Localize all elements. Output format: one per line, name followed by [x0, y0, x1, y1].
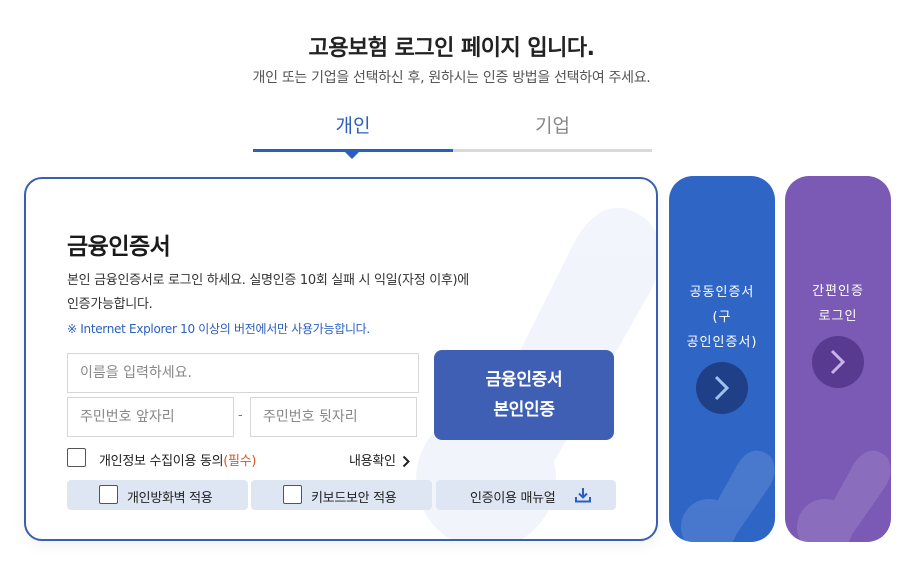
simple-auth-label-line: 간편인증	[812, 284, 864, 299]
keyboard-security-option[interactable]: 키보드보안 적용	[251, 480, 432, 510]
auth-manual-button[interactable]: 인증이용 매뉴얼	[436, 480, 616, 510]
consent-view-label: 내용확인	[349, 454, 396, 469]
auth-manual-label: 인증이용 매뉴얼	[470, 491, 556, 506]
simple-auth-card[interactable]: 간편인증 로그인	[785, 176, 891, 542]
simple-auth-go-button[interactable]	[812, 336, 864, 388]
card-description-line: 인증가능합니다.	[67, 297, 153, 312]
tab-personal[interactable]: 개인	[253, 110, 453, 152]
chevron-right-icon	[714, 375, 730, 401]
rrn-separator: -	[238, 408, 243, 423]
rrn-back-input[interactable]	[250, 397, 417, 437]
tab-company[interactable]: 기업	[453, 110, 652, 152]
page-subtitle: 개인 또는 기업을 선택하신 후, 원하시는 인증 방법을 선택하여 주세요.	[252, 70, 651, 86]
keyboard-security-label: 키보드보안 적용	[311, 491, 397, 506]
download-icon	[575, 488, 591, 503]
required-mark: (필수)	[223, 454, 257, 469]
financial-cert-auth-button[interactable]: 금융인증서 본인인증	[434, 350, 614, 440]
joint-cert-go-button[interactable]	[696, 362, 748, 414]
card-description-line: 본인 금융인증서로 로그인 하세요. 실명인증 10회 실패 시 익일(자정 이…	[67, 273, 469, 288]
chevron-right-icon	[830, 349, 846, 375]
privacy-consent-label: 개인정보 수집이용 동의(필수)	[99, 450, 256, 469]
card-title: 금융인증서	[67, 234, 171, 260]
joint-cert-label: 공동인증서 (구 공인인증서)	[669, 280, 775, 355]
privacy-consent-text: 개인정보 수집이용 동의	[99, 454, 224, 469]
card-description: 본인 금융인증서로 로그인 하세요. 실명인증 10회 실패 시 익일(자정 이…	[67, 269, 567, 317]
firewall-checkbox[interactable]	[99, 485, 118, 504]
firewall-label: 개인방화벽 적용	[127, 491, 213, 506]
card-background-decoration	[681, 450, 775, 542]
joint-cert-label-line: 공동인증서	[689, 285, 755, 300]
privacy-consent-row: 개인정보 수집이용 동의(필수) 내용확인	[67, 447, 419, 469]
joint-cert-label-line: 공인인증서)	[686, 335, 758, 350]
firewall-option[interactable]: 개인방화벽 적용	[67, 480, 248, 510]
page-title: 고용보험 로그인 페이지 입니다.	[308, 36, 595, 61]
chevron-right-icon	[402, 455, 410, 468]
simple-auth-label-line: 로그인	[818, 309, 858, 324]
consent-view-link[interactable]: 내용확인	[349, 450, 410, 469]
card-background-decoration	[797, 450, 891, 542]
keyboard-security-checkbox[interactable]	[283, 485, 302, 504]
financial-cert-card: 금융인증서 본인 금융인증서로 로그인 하세요. 실명인증 10회 실패 시 익…	[24, 177, 658, 541]
joint-cert-label-line: (구	[712, 310, 732, 325]
active-tab-indicator	[345, 152, 359, 159]
joint-cert-card[interactable]: 공동인증서 (구 공인인증서)	[669, 176, 775, 542]
simple-auth-label: 간편인증 로그인	[785, 279, 891, 329]
name-input[interactable]	[67, 353, 419, 393]
login-type-tabs: 개인 기업	[253, 110, 652, 159]
auth-button-label: 본인인증	[493, 400, 555, 420]
browser-note: ※ Internet Explorer 10 이상의 버전에서만 사용가능합니다…	[67, 322, 370, 336]
privacy-consent-checkbox[interactable]	[67, 448, 86, 467]
auth-button-label: 금융인증서	[485, 370, 563, 390]
rrn-front-input[interactable]	[67, 397, 234, 437]
